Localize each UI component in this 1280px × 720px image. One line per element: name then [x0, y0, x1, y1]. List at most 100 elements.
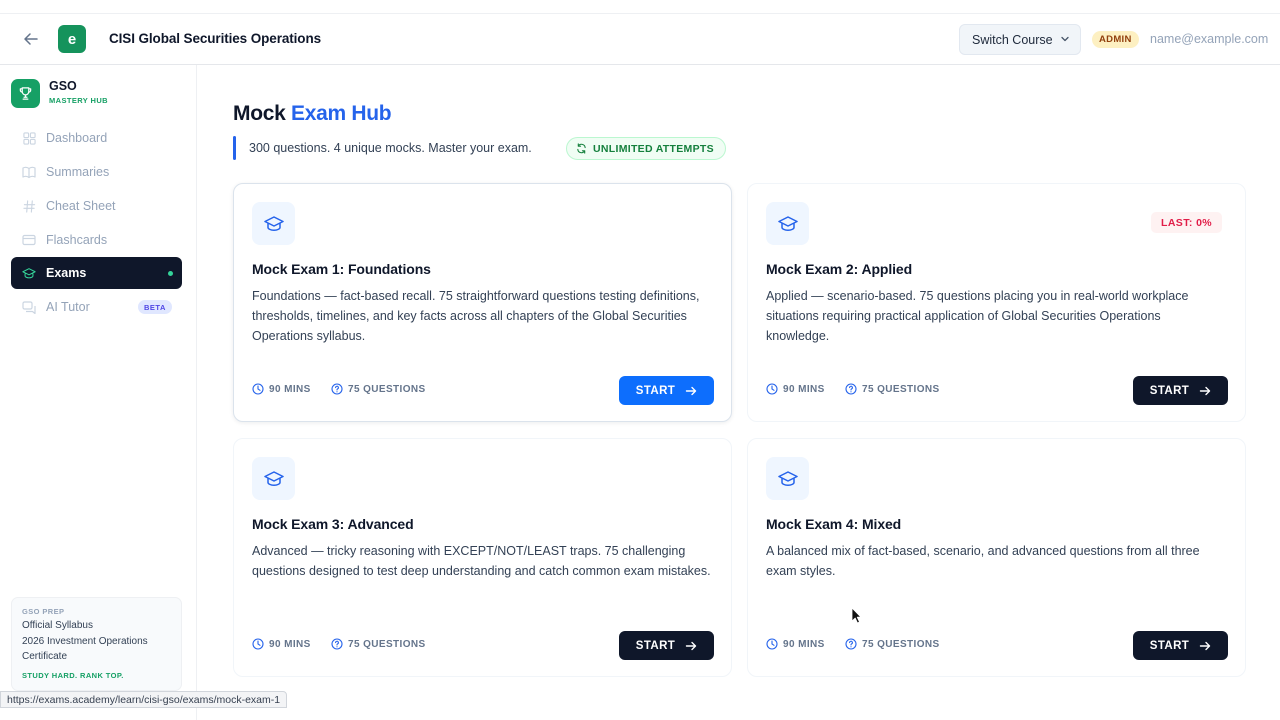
- start-button[interactable]: START: [1133, 376, 1228, 405]
- page-title: Mock Exam Hub: [233, 102, 392, 126]
- questions-meta: 75 QUESTIONS: [331, 383, 426, 395]
- sidebar-item-cheat-sheet[interactable]: Cheat Sheet: [11, 190, 182, 222]
- sidebar-item-label: Exams: [46, 266, 87, 280]
- mock-exam-card[interactable]: Mock Exam 3: Advanced Advanced — tricky …: [233, 438, 732, 677]
- duration-meta: 90 MINS: [766, 638, 825, 650]
- book-icon: [22, 165, 36, 179]
- hash-icon: [22, 199, 36, 213]
- main-content: Mock Exam Hub 300 questions. 4 unique mo…: [197, 65, 1280, 720]
- question-circle-icon: [331, 383, 343, 395]
- mock-exam-card[interactable]: Mock Exam 4: Mixed A balanced mix of fac…: [747, 438, 1246, 677]
- mock-exam-card[interactable]: Mock Exam 1: Foundations Foundations — f…: [233, 183, 732, 422]
- arrow-right-icon: [1199, 385, 1211, 397]
- page-title-part1: Mock: [233, 102, 286, 125]
- start-button[interactable]: START: [619, 376, 714, 405]
- beta-badge: BETA: [138, 300, 172, 314]
- card-description: A balanced mix of fact-based, scenario, …: [766, 544, 1200, 578]
- graduation-cap-icon: [766, 457, 809, 500]
- sidebar-item-label: Summaries: [46, 165, 110, 179]
- questions-label: 75 QUESTIONS: [348, 383, 426, 395]
- questions-label: 75 QUESTIONS: [862, 383, 940, 395]
- top-bar: e CISI Global Securities Operations Swit…: [0, 14, 1280, 65]
- questions-label: 75 QUESTIONS: [348, 638, 426, 650]
- clock-icon: [766, 638, 778, 650]
- app-logo[interactable]: e: [58, 25, 86, 53]
- refresh-icon: [576, 143, 587, 154]
- card-title: Mock Exam 3: Advanced: [252, 516, 414, 532]
- prep-footer: STUDY HARD. RANK TOP.: [22, 671, 124, 680]
- duration-label: 90 MINS: [269, 383, 311, 395]
- questions-label: 75 QUESTIONS: [862, 638, 940, 650]
- start-label: START: [1149, 384, 1190, 397]
- sidebar-item-label: AI Tutor: [46, 300, 90, 314]
- graduation-cap-icon: [252, 202, 295, 245]
- brand-subtitle: MASTERY HUB: [49, 96, 108, 105]
- start-button[interactable]: START: [619, 631, 714, 660]
- sidebar: GSO MASTERY HUB Dashboard Summaries Chea…: [0, 65, 197, 720]
- start-label: START: [1149, 639, 1190, 652]
- duration-meta: 90 MINS: [252, 383, 311, 395]
- graduation-cap-icon: [22, 266, 36, 280]
- app-title: CISI Global Securities Operations: [109, 31, 322, 46]
- card-description: Foundations — fact-based recall. 75 stra…: [252, 289, 700, 343]
- sidebar-item-label: Dashboard: [46, 131, 108, 145]
- chevron-down-icon: [1060, 33, 1070, 47]
- sidebar-item-dashboard[interactable]: Dashboard: [11, 122, 182, 154]
- brand-name: GSO: [49, 79, 77, 93]
- browser-top-strip: [0, 0, 1280, 14]
- role-badge: ADMIN: [1092, 31, 1139, 48]
- start-label: START: [635, 639, 676, 652]
- duration-label: 90 MINS: [269, 638, 311, 650]
- sidebar-item-exams[interactable]: Exams: [11, 257, 182, 289]
- card-title: Mock Exam 4: Mixed: [766, 516, 902, 532]
- questions-meta: 75 QUESTIONS: [845, 638, 940, 650]
- subtitle-accent-bar: [233, 136, 236, 160]
- card-icon: [22, 233, 36, 247]
- sidebar-item-label: Flashcards: [46, 233, 108, 247]
- duration-meta: 90 MINS: [252, 638, 311, 650]
- sidebar-item-flashcards[interactable]: Flashcards: [11, 224, 182, 256]
- page-subtitle: 300 questions. 4 unique mocks. Master yo…: [249, 141, 532, 155]
- prep-kicker: GSO PREP: [22, 607, 65, 616]
- clock-icon: [252, 638, 264, 650]
- duration-label: 90 MINS: [783, 383, 825, 395]
- last-score-badge: LAST: 0%: [1151, 212, 1223, 233]
- start-label: START: [635, 384, 676, 397]
- card-title: Mock Exam 2: Applied: [766, 261, 913, 277]
- card-title: Mock Exam 1: Foundations: [252, 261, 431, 277]
- prep-line: Official Syllabus: [22, 620, 93, 631]
- prep-line: Certificate: [22, 651, 68, 662]
- switch-course-button[interactable]: Switch Course: [959, 24, 1081, 55]
- unlimited-attempts-badge: UNLIMITED ATTEMPTS: [566, 137, 726, 160]
- question-circle-icon: [845, 383, 857, 395]
- question-circle-icon: [845, 638, 857, 650]
- clock-icon: [766, 383, 778, 395]
- arrow-right-icon: [1199, 640, 1211, 652]
- graduation-cap-icon: [766, 202, 809, 245]
- status-bar-url: https://exams.academy/learn/cisi-gso/exa…: [0, 691, 288, 708]
- start-button[interactable]: START: [1133, 631, 1228, 660]
- trophy-icon[interactable]: [11, 79, 40, 108]
- prep-info-card: GSO PREP Official Syllabus 2026 Investme…: [11, 597, 182, 691]
- prep-line: 2026 Investment Operations: [22, 636, 148, 647]
- switch-course-label: Switch Course: [972, 32, 1053, 47]
- question-circle-icon: [331, 638, 343, 650]
- back-arrow-icon[interactable]: [20, 28, 42, 50]
- user-email[interactable]: name@example.com: [1150, 32, 1268, 46]
- questions-meta: 75 QUESTIONS: [845, 383, 940, 395]
- sidebar-item-summaries[interactable]: Summaries: [11, 156, 182, 188]
- card-description: Applied — scenario-based. 75 questions p…: [766, 289, 1189, 343]
- mouse-cursor-icon: [851, 607, 863, 625]
- chat-icon: [22, 300, 36, 314]
- clock-icon: [252, 383, 264, 395]
- duration-label: 90 MINS: [783, 638, 825, 650]
- graduation-cap-icon: [252, 457, 295, 500]
- arrow-right-icon: [685, 640, 697, 652]
- mock-exam-card[interactable]: LAST: 0% Mock Exam 2: Applied Applied — …: [747, 183, 1246, 422]
- sidebar-item-label: Cheat Sheet: [46, 199, 116, 213]
- unlimited-attempts-label: UNLIMITED ATTEMPTS: [593, 142, 714, 155]
- grid-icon: [22, 131, 36, 145]
- sidebar-item-ai-tutor[interactable]: AI Tutor BETA: [11, 291, 182, 323]
- page-title-accent: Exam Hub: [291, 102, 392, 125]
- active-indicator-dot: [168, 271, 173, 276]
